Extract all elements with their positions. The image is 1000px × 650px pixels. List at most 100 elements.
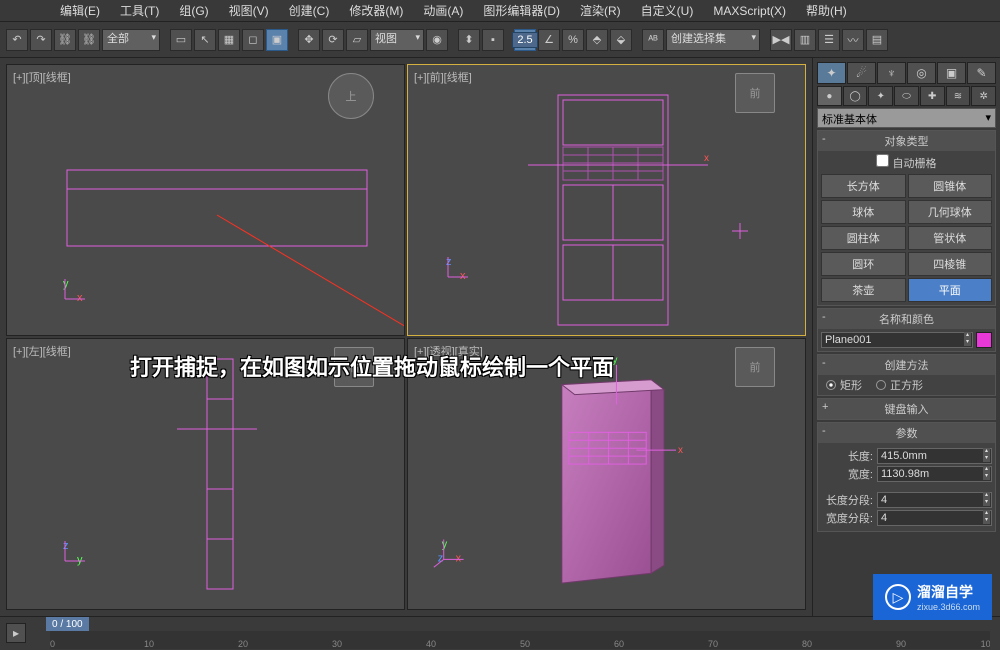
mirror-icon[interactable]: ▶◀ [770, 29, 792, 51]
viewport-front[interactable]: [+][前][线框] 前 x [407, 64, 806, 336]
keymode-icon[interactable]: ▪ [482, 29, 504, 51]
svg-text:x: x [77, 292, 83, 304]
length-spinner[interactable]: 415.0mm [877, 448, 992, 464]
modify-tab-icon[interactable]: ☄ [847, 62, 876, 84]
menu-grapheditor[interactable]: 图形编辑器(D) [473, 2, 570, 19]
box-button[interactable]: 长方体 [821, 174, 906, 198]
select-arrow-icon[interactable]: ↖ [194, 29, 216, 51]
svg-text:y: y [442, 538, 448, 550]
editnamed-icon[interactable]: ᴬᴮ [642, 29, 664, 51]
angle-snap-icon[interactable]: ∠ [538, 29, 560, 51]
display-tab-icon[interactable]: ▣ [937, 62, 966, 84]
viewport-left[interactable]: [+][左][线框] 右 z y [6, 338, 405, 610]
link-icon[interactable]: ⛓ [54, 29, 76, 51]
time-ruler[interactable]: 0 10 20 30 40 50 60 70 80 90 100 [50, 631, 990, 649]
layers-icon[interactable]: ☰ [818, 29, 840, 51]
percent-snap-icon[interactable]: % [562, 29, 584, 51]
menu-create[interactable]: 创建(C) [279, 2, 340, 19]
autogrid-checkbox[interactable] [876, 154, 889, 167]
teapot-button[interactable]: 茶壶 [821, 278, 906, 302]
move-icon[interactable]: ✥ [298, 29, 320, 51]
menu-help[interactable]: 帮助(H) [796, 2, 857, 19]
object-name-field[interactable]: Plane001 [821, 332, 973, 348]
spacewarps-subtab-icon[interactable]: ≋ [946, 86, 971, 106]
svg-text:z: z [63, 540, 69, 552]
snap-icon[interactable]: ⬙ [610, 29, 632, 51]
createmethod-header[interactable]: 创建方法 [885, 360, 929, 372]
menu-group[interactable]: 组(G) [169, 2, 218, 19]
selection-filter-dropdown[interactable]: 全部 [102, 29, 160, 51]
pivot-icon[interactable]: ◉ [426, 29, 448, 51]
top-wireframe: y x [7, 65, 404, 335]
refcoord-dropdown[interactable]: 视图 [370, 29, 424, 51]
systems-subtab-icon[interactable]: ✲ [971, 86, 996, 106]
time-slider-area: ▸ 0 / 100 0 10 20 30 40 50 60 70 80 90 1… [0, 616, 1000, 650]
sphere-button[interactable]: 球体 [821, 200, 906, 224]
rect-radio[interactable]: 矩形 [826, 377, 862, 393]
undo-icon[interactable]: ↶ [6, 29, 28, 51]
hierarchy-tab-icon[interactable]: ♆ [877, 62, 906, 84]
square-radio[interactable]: 正方形 [876, 377, 923, 393]
menu-view[interactable]: 视图(V) [219, 2, 279, 19]
curve-editor-icon[interactable]: 〰 [842, 29, 864, 51]
select-manip-icon[interactable]: ⬍ [458, 29, 480, 51]
redo-icon[interactable]: ↷ [30, 29, 52, 51]
geosphere-button[interactable]: 几何球体 [908, 200, 993, 224]
geometry-subtab-icon[interactable]: ● [817, 86, 842, 106]
cone-button[interactable]: 圆锥体 [908, 174, 993, 198]
play-icon[interactable]: ▸ [6, 623, 26, 643]
menu-render[interactable]: 渲染(R) [570, 2, 631, 19]
tube-button[interactable]: 管状体 [908, 226, 993, 250]
select-name-icon[interactable]: ▦ [218, 29, 240, 51]
cylinder-button[interactable]: 圆柱体 [821, 226, 906, 250]
pyramid-button[interactable]: 四棱锥 [908, 252, 993, 276]
namecolor-header[interactable]: 名称和颜色 [879, 314, 934, 326]
helpers-subtab-icon[interactable]: ✚ [920, 86, 945, 106]
named-selset-dropdown[interactable]: 创建选择集 [666, 29, 760, 51]
keyboardinput-header[interactable]: 键盘输入 [885, 404, 929, 416]
wseg-spinner[interactable]: 4 [877, 510, 992, 526]
lights-subtab-icon[interactable]: ✦ [868, 86, 893, 106]
frame-indicator[interactable]: 0 / 100 [46, 617, 89, 631]
object-color-swatch[interactable] [976, 332, 992, 348]
unlink-icon[interactable]: ⛓ [78, 29, 100, 51]
wseg-label: 宽度分段: [821, 510, 873, 526]
createmethod-rollout: -创建方法 矩形 正方形 [817, 354, 996, 396]
lseg-spinner[interactable]: 4 [877, 492, 992, 508]
schematic-icon[interactable]: ▤ [866, 29, 888, 51]
snap-toggle-icon[interactable]: 2.5 [514, 29, 536, 51]
menu-edit[interactable]: 编辑(E) [50, 2, 110, 19]
menu-maxscript[interactable]: MAXScript(X) [703, 4, 796, 18]
select-region-icon[interactable]: ◻ [242, 29, 264, 51]
objecttype-rollout: -对象类型 自动栅格 长方体 圆锥体 球体 几何球体 圆柱体 管状体 圆环 四棱… [817, 130, 996, 306]
svg-text:x: x [460, 270, 466, 282]
menu-anim[interactable]: 动画(A) [413, 2, 473, 19]
window-crossing-icon[interactable]: ▣ [266, 29, 288, 51]
create-tab-icon[interactable]: ✦ [817, 62, 846, 84]
cameras-subtab-icon[interactable]: ⬭ [894, 86, 919, 106]
viewport-container: [+][顶][线框] 上 y x [+][前][线框] 前 [0, 58, 812, 616]
parameters-header[interactable]: 参数 [896, 428, 918, 440]
width-spinner[interactable]: 1130.98m [877, 466, 992, 482]
rotate-icon[interactable]: ⟳ [322, 29, 344, 51]
align-icon[interactable]: ▥ [794, 29, 816, 51]
utilities-tab-icon[interactable]: ✎ [967, 62, 996, 84]
viewport-perspective[interactable]: [+][透视][真实] 前 y x y x [407, 338, 806, 610]
viewport-top[interactable]: [+][顶][线框] 上 y x [6, 64, 405, 336]
menu-customize[interactable]: 自定义(U) [631, 2, 704, 19]
motion-tab-icon[interactable]: ◎ [907, 62, 936, 84]
length-label: 长度: [821, 448, 873, 464]
namecolor-rollout: -名称和颜色 Plane001 [817, 308, 996, 352]
plane-button[interactable]: 平面 [908, 278, 993, 302]
menu-modifiers[interactable]: 修改器(M) [339, 2, 413, 19]
category-dropdown[interactable]: 标准基本体 [817, 108, 996, 128]
spinner-snap-icon[interactable]: ⬘ [586, 29, 608, 51]
torus-button[interactable]: 圆环 [821, 252, 906, 276]
scale-icon[interactable]: ▱ [346, 29, 368, 51]
menu-tools[interactable]: 工具(T) [110, 2, 169, 19]
shapes-subtab-icon[interactable]: ◯ [843, 86, 868, 106]
main-area: [+][顶][线框] 上 y x [+][前][线框] 前 [0, 58, 1000, 616]
select-icon[interactable]: ▭ [170, 29, 192, 51]
command-panel: ✦ ☄ ♆ ◎ ▣ ✎ ● ◯ ✦ ⬭ ✚ ≋ ✲ 标准基本体 -对象类型 自动… [812, 58, 1000, 616]
objecttype-header[interactable]: 对象类型 [885, 136, 929, 148]
